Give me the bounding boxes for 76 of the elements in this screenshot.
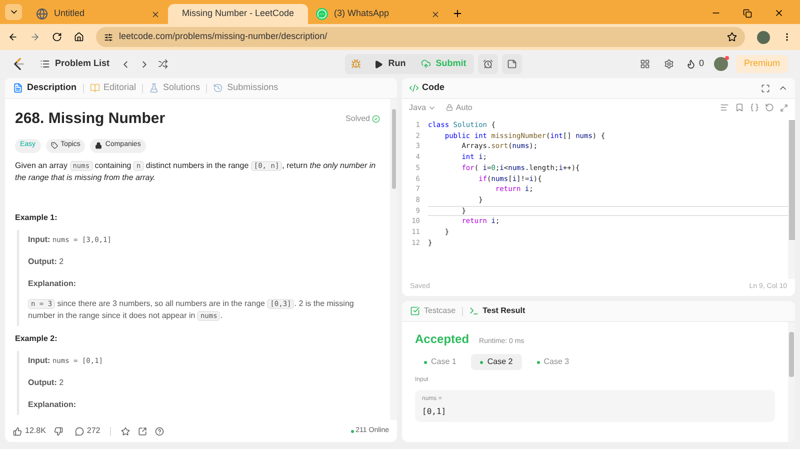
lock-icon [95, 142, 102, 149]
browser-tab[interactable]: Untitled [28, 4, 168, 24]
address-field[interactable]: leetcode.com/problems/missing-number/description/ [96, 27, 745, 47]
variable-value: [0,1] [422, 406, 448, 418]
thumbs-up-icon [13, 426, 22, 436]
problem-title: 268. Missing Number [15, 109, 166, 129]
panel-tab[interactable]: Test Result [468, 305, 526, 317]
home-icon[interactable] [74, 32, 84, 42]
alarm-clock-icon [483, 59, 494, 69]
forward-icon[interactable] [30, 32, 40, 42]
reload-icon[interactable] [52, 32, 62, 42]
example-title: Example 1: [15, 212, 58, 224]
new-tab-icon[interactable] [452, 8, 463, 19]
explanation-label: Explanation: [28, 398, 78, 410]
logo-icon [12, 57, 26, 71]
globe-icon [36, 8, 48, 20]
chat-bubble-icon [316, 8, 328, 20]
settings-icon[interactable] [664, 59, 674, 69]
help-icon[interactable] [155, 426, 164, 436]
browser-tab[interactable]: Missing Number - LeetCode [168, 4, 308, 24]
streak-counter[interactable]: 0 [686, 57, 704, 71]
layout-icon[interactable] [640, 59, 650, 69]
cloud-upload-icon [420, 59, 431, 69]
lock-icon [446, 104, 453, 111]
language-dropdown[interactable]: Java [409, 102, 436, 114]
case-tab[interactable]: Case 2 [471, 354, 522, 370]
terminal-icon [468, 306, 479, 316]
panel-title: Code [422, 81, 444, 94]
bookmark-icon[interactable] [735, 103, 744, 112]
note-icon [507, 59, 518, 69]
flame-icon [686, 59, 696, 69]
example-title: Example 2: [15, 332, 58, 344]
user-avatar[interactable] [714, 57, 728, 71]
shuffle-icon[interactable] [158, 59, 168, 69]
restore-icon[interactable] [743, 8, 752, 18]
bug-icon [351, 59, 362, 69]
like-button[interactable]: 12.8K [13, 425, 46, 437]
expand-icon[interactable] [780, 104, 788, 112]
braces-icon[interactable] [750, 103, 759, 112]
problem-list-button[interactable]: Problem List [40, 57, 110, 71]
code-icon [409, 83, 419, 93]
list-icon [40, 59, 50, 69]
output-text: Output: 2 [28, 256, 65, 268]
favorite-star-icon[interactable] [121, 426, 130, 436]
browser-tab[interactable]: (3) WhatsApp [308, 4, 448, 24]
check-circle-icon [372, 115, 380, 124]
explanation-label: Explanation: [28, 278, 78, 290]
comments-button[interactable]: 272 [74, 425, 100, 437]
site-info-icon [104, 32, 113, 42]
output-text: Output: 2 [28, 376, 65, 388]
profile-avatar[interactable] [757, 30, 770, 44]
thumbs-down-icon[interactable] [54, 426, 63, 436]
book-icon [90, 83, 100, 93]
fullscreen-icon[interactable] [761, 84, 770, 92]
flask-icon [149, 83, 160, 93]
back-icon[interactable] [8, 32, 18, 42]
play-icon [374, 60, 384, 68]
timer-button[interactable] [478, 54, 498, 74]
bookmark-star-icon[interactable] [727, 32, 737, 42]
tag-icon [50, 142, 58, 149]
document-icon [13, 83, 23, 93]
close-icon[interactable] [774, 8, 784, 18]
checkbox-icon [410, 306, 420, 316]
history-icon [213, 83, 224, 93]
run-button[interactable]: Run [367, 56, 413, 72]
verdict: Accepted [415, 331, 470, 348]
solved-status: Solved [346, 113, 380, 126]
panel-tab[interactable]: Description [13, 81, 77, 95]
format-icon[interactable] [720, 103, 729, 112]
notes-button[interactable] [502, 54, 522, 74]
share-icon[interactable] [138, 426, 148, 436]
close-icon[interactable] [151, 10, 160, 18]
comment-icon [74, 426, 84, 436]
scrollbar-thumb [789, 332, 794, 377]
reset-icon[interactable] [765, 103, 774, 112]
close-icon[interactable] [431, 10, 440, 18]
